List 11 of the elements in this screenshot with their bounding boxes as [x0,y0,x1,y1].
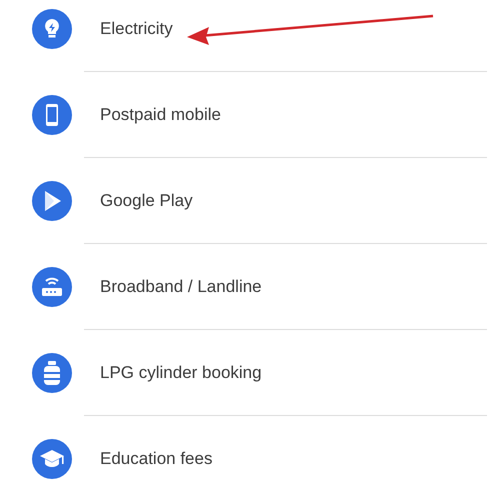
biller-name[interactable]: Google Play [100,191,193,211]
biller-name[interactable]: Electricity [100,19,173,39]
biller-name[interactable]: Broadband / Landline [100,277,262,297]
gas-cylinder-icon [32,353,72,393]
biller-name[interactable]: LPG cylinder booking [100,363,262,383]
biller-name[interactable]: Education fees [100,449,212,469]
graduation-cap-icon [32,439,72,479]
biller-name[interactable]: Postpaid mobile [100,105,221,125]
phone-icon [32,95,72,135]
light-bulb-icon [32,9,72,49]
router-icon [32,267,72,307]
